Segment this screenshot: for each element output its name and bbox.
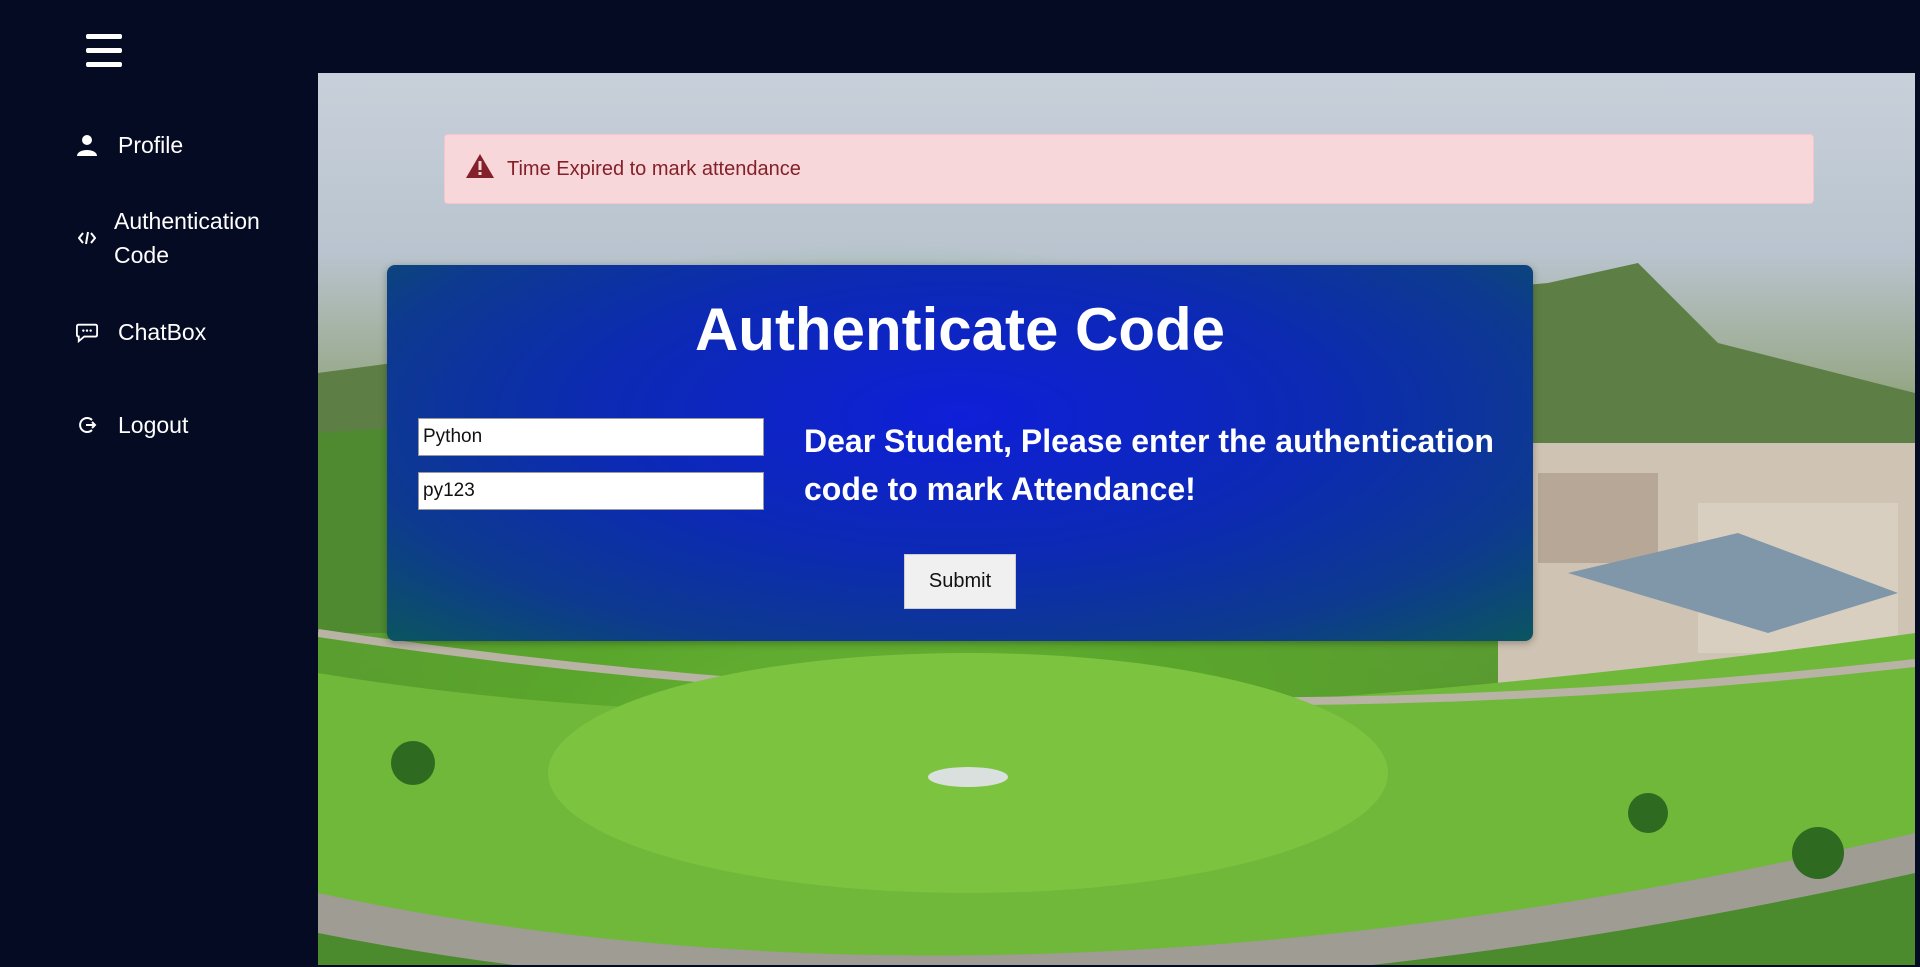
user-icon [76, 134, 98, 156]
authenticate-code-card: Authenticate Code Dear Student, Please e… [387, 265, 1533, 641]
sidebar-item-label: Profile [118, 132, 184, 158]
sidebar-item-authentication-code[interactable]: Authentication Code [76, 204, 260, 272]
sidebar-item-label: Logout [118, 412, 189, 438]
chat-icon [76, 321, 98, 343]
logout-icon [76, 414, 98, 436]
alert-banner: Time Expired to mark attendance [444, 134, 1814, 204]
sidebar-item-label: ChatBox [118, 319, 207, 345]
sidebar: Profile Authentication Code ChatBox Logo… [0, 0, 318, 967]
hamburger-menu-icon[interactable] [86, 34, 122, 68]
alert-message: Time Expired to mark attendance [507, 157, 801, 180]
card-title: Authenticate Code [694, 296, 1226, 363]
code-icon [76, 227, 98, 249]
subject-input[interactable] [418, 418, 764, 456]
sidebar-item-chatbox[interactable]: ChatBox [76, 315, 206, 349]
sidebar-item-logout[interactable]: Logout [76, 408, 188, 442]
submit-button[interactable]: Submit [904, 554, 1016, 609]
authentication-code-input[interactable] [418, 472, 764, 510]
warning-icon [465, 153, 495, 185]
sidebar-item-profile[interactable]: Profile [76, 128, 183, 162]
sidebar-item-label: Authentication Code [114, 208, 260, 268]
instruction-message: Dear Student, Please enter the authentic… [804, 423, 1494, 507]
